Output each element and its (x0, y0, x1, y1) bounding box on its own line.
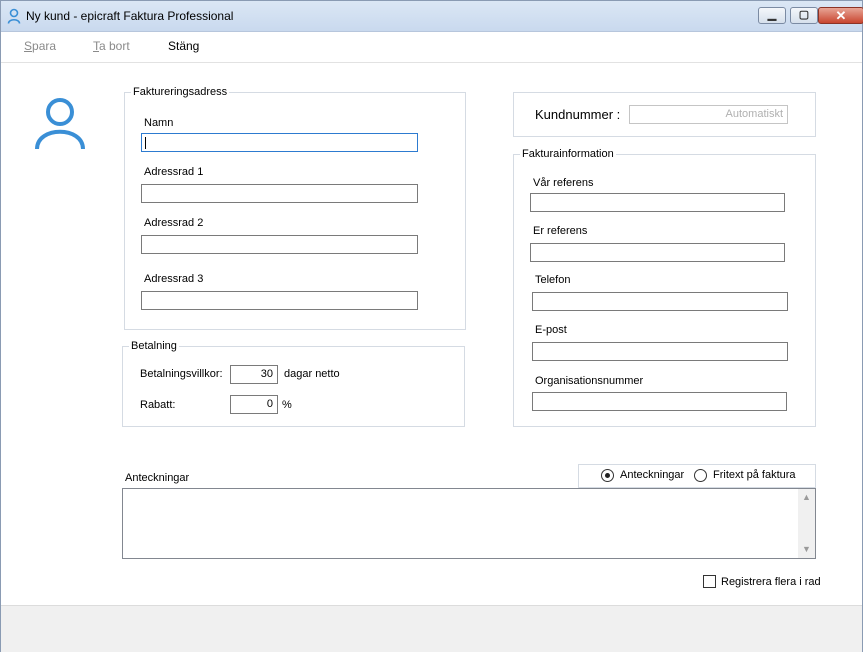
freetext-radio[interactable] (694, 469, 707, 482)
our-reference-field[interactable] (530, 193, 785, 212)
address3-label: Adressrad 3 (144, 273, 204, 285)
scroll-up-icon[interactable]: ▲ (798, 489, 815, 506)
payment-terms-label: Betalningsvillkor: (140, 368, 223, 380)
address3-field[interactable] (141, 291, 418, 310)
org-number-label: Organisationsnummer (535, 375, 644, 387)
user-avatar-icon (35, 98, 85, 150)
email-field[interactable] (532, 342, 788, 361)
phone-label: Telefon (535, 274, 571, 286)
invoice-info-legend: Fakturainformation (520, 148, 616, 160)
text-caret (145, 137, 146, 149)
minimize-icon: ▁ (767, 9, 777, 21)
org-number-field[interactable] (532, 392, 787, 411)
payment-group (122, 346, 465, 427)
save-button[interactable]: Spara (24, 39, 56, 53)
scroll-down-icon[interactable]: ▼ (798, 541, 815, 558)
window-title: Ny kund - epicraft Faktura Professional (26, 9, 234, 23)
discount-label: Rabatt: (140, 399, 176, 411)
address1-field[interactable] (141, 184, 418, 203)
address2-label: Adressrad 2 (144, 217, 204, 229)
phone-field[interactable] (532, 292, 788, 311)
discount-field[interactable]: 0 (230, 395, 278, 414)
register-multiple-checkbox[interactable] (703, 575, 716, 588)
delete-button[interactable]: Ta bort (93, 39, 130, 53)
notes-radio[interactable] (601, 469, 614, 482)
freetext-radio-label[interactable]: Fritext på faktura (713, 469, 796, 481)
maximize-icon: ▢ (798, 9, 810, 21)
notes-scrollbar[interactable]: ▲ ▼ (798, 489, 815, 558)
billing-address-legend: Faktureringsadress (131, 86, 230, 98)
title-bar[interactable]: Ny kund - epicraft Faktura Professional … (1, 1, 863, 32)
close-window-button[interactable]: ✕ (818, 7, 863, 24)
payment-legend: Betalning (129, 340, 179, 352)
email-label: E-post (535, 324, 567, 336)
customer-number-field[interactable]: Automatiskt (629, 105, 788, 124)
name-field[interactable] (141, 133, 418, 152)
customer-number-label: Kundnummer : (535, 107, 621, 122)
maximize-button[interactable]: ▢ (790, 7, 818, 24)
name-label: Namn (144, 117, 174, 129)
our-reference-label: Vår referens (533, 177, 594, 189)
address1-label: Adressrad 1 (144, 166, 204, 178)
notes-textarea[interactable]: ▲ ▼ (122, 488, 816, 559)
radio-selected-dot (605, 473, 610, 478)
discount-suffix: % (282, 399, 292, 411)
payment-terms-field[interactable]: 30 (230, 365, 278, 384)
payment-terms-suffix: dagar netto (284, 368, 340, 380)
app-window: Ny kund - epicraft Faktura Professional … (0, 0, 863, 652)
close-button[interactable]: Stäng (168, 39, 199, 53)
address2-field[interactable] (141, 235, 418, 254)
register-multiple-label[interactable]: Registrera flera i rad (721, 576, 821, 588)
your-reference-label: Er referens (533, 225, 588, 237)
minimize-button[interactable]: ▁ (758, 7, 786, 24)
notes-label: Anteckningar (125, 472, 190, 484)
user-icon (7, 8, 21, 24)
notes-radio-label[interactable]: Anteckningar (620, 469, 684, 481)
your-reference-field[interactable] (530, 243, 785, 262)
close-icon: ✕ (835, 8, 847, 23)
status-bar (1, 605, 862, 652)
toolbar: Spara Ta bort Stäng (1, 32, 862, 63)
